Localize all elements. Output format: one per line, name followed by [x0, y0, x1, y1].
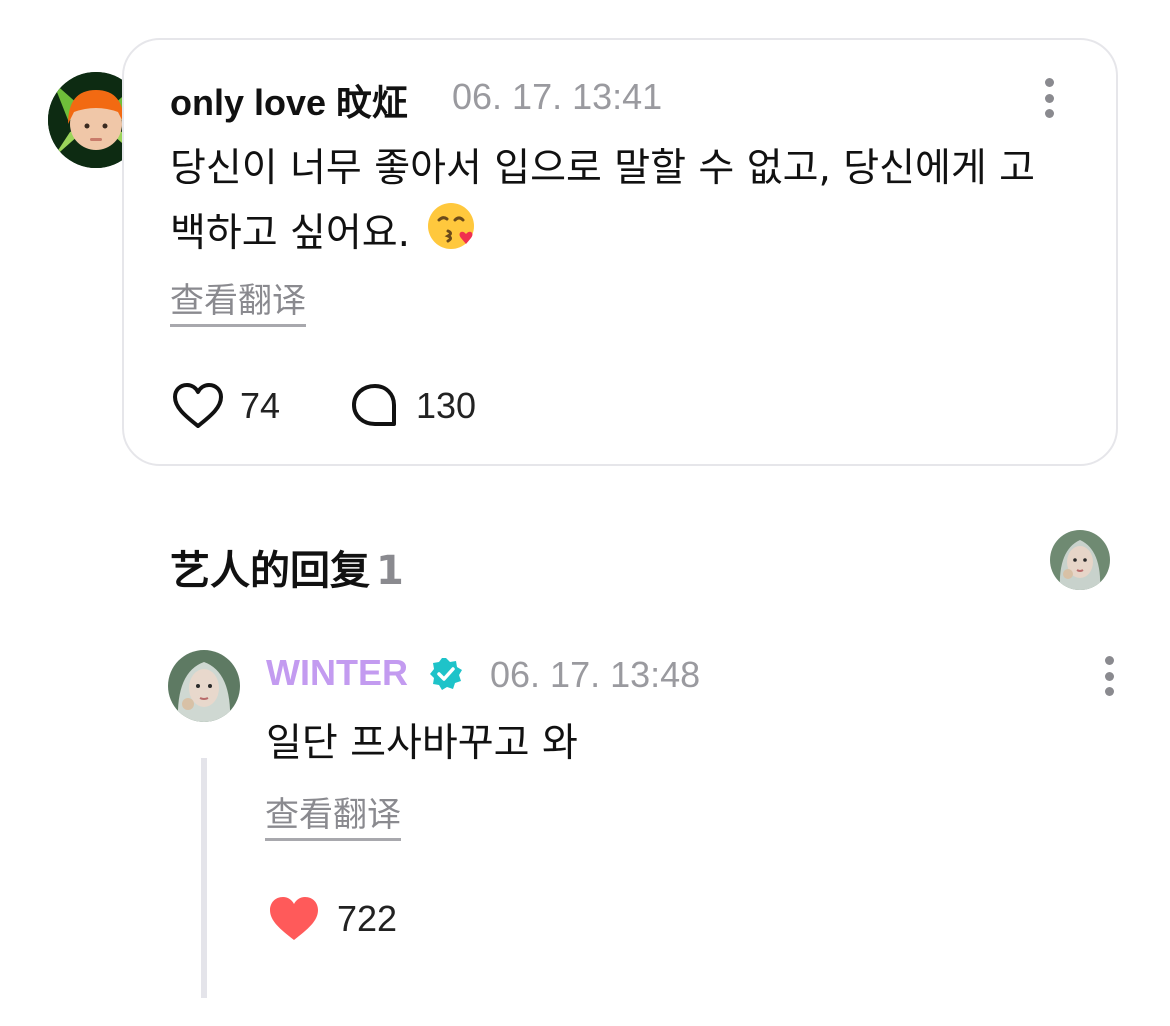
artist-author-name[interactable]: WINTER	[266, 652, 408, 694]
reply-count: 130	[416, 385, 477, 426]
kissing-face-emoji-icon	[426, 200, 478, 271]
fan-comment-body: 당신이 너무 좋아서 입으로 말할 수 없고, 당신에게 고백하고 싶어요.	[170, 146, 1036, 256]
reply-bubble-icon[interactable]	[350, 382, 400, 430]
fan-comment-time: 06. 17. 13:41	[452, 76, 663, 117]
reply-like-count: 722	[337, 898, 398, 939]
liked-heart-icon[interactable]	[267, 895, 321, 943]
artist-avatar-small[interactable]	[1050, 530, 1110, 590]
heart-icon[interactable]	[171, 382, 225, 430]
fan-comment-text: 당신이 너무 좋아서 입으로 말할 수 없고, 당신에게 고백하고 싶어요.	[170, 138, 1070, 271]
verified-badge-icon	[430, 658, 462, 690]
artist-reply-time: 06. 17. 13:48	[490, 654, 701, 695]
artist-avatar-image	[168, 650, 240, 722]
artist-replies-title: 艺人的回复	[170, 548, 370, 594]
translate-link[interactable]: 查看翻译	[170, 280, 306, 327]
more-options-icon[interactable]	[1043, 78, 1055, 118]
artist-replies-count: 1	[376, 548, 404, 594]
like-count: 74	[240, 385, 281, 426]
artist-reply-text: 일단 프사바꾸고 와	[266, 721, 578, 766]
fan-author-name[interactable]: only love 旼炡	[170, 74, 408, 126]
artist-replies-heading: 艺人的回复 1	[170, 538, 404, 596]
reply-thread-line	[201, 758, 207, 998]
reply-more-options-icon[interactable]	[1103, 656, 1115, 696]
artist-avatar[interactable]	[168, 650, 240, 722]
artist-avatar-small-image	[1050, 530, 1110, 590]
reply-translate-link[interactable]: 查看翻译	[265, 794, 401, 841]
